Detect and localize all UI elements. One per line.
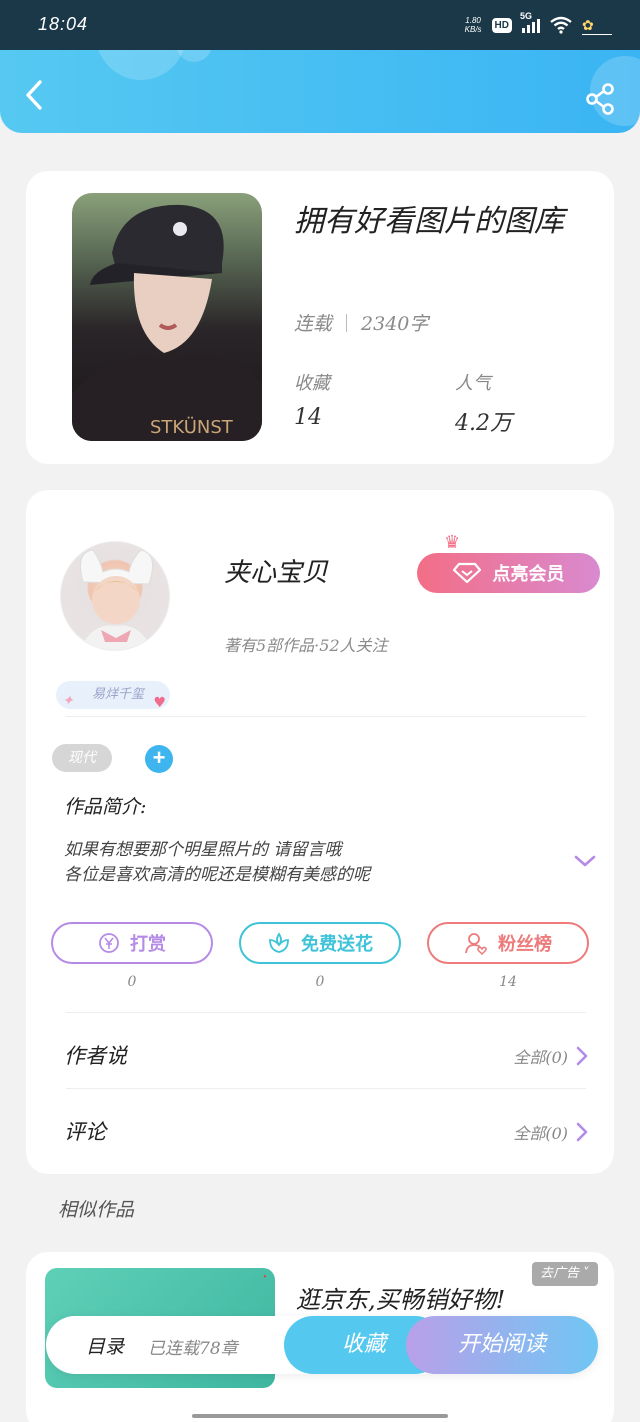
fan-count: 14 bbox=[499, 974, 517, 990]
comments-link[interactable]: 全部(0) bbox=[513, 1120, 588, 1144]
ad-title[interactable]: 逛京东,买畅销好物! bbox=[296, 1280, 505, 1315]
vip-button[interactable]: 点亮会员 bbox=[417, 553, 600, 593]
intro-line: 如果有想要那个明星照片的 请留言哦 bbox=[64, 840, 342, 860]
ad-logo-icon: ◔ bbox=[260, 1272, 267, 1283]
flower-icon: ✿ bbox=[582, 16, 612, 35]
svg-text:STKÜNST: STKÜNST bbox=[150, 416, 234, 438]
fan-badge: ✦ 易烊千玺 ♥ bbox=[56, 681, 171, 711]
share-icon[interactable] bbox=[584, 82, 618, 116]
intro-line: 各位是喜欢高清的呢还是模糊有美感的呢 bbox=[64, 865, 370, 885]
add-tag-button[interactable]: + bbox=[145, 745, 173, 773]
author-name[interactable]: 夹心宝贝 bbox=[224, 552, 328, 589]
heart-icon: ♥ bbox=[153, 695, 167, 711]
fan-badge-label: 易烊千玺 bbox=[92, 687, 145, 702]
remove-ad-button[interactable]: 去广告 ˅ bbox=[532, 1262, 598, 1286]
crown-icon: ♛ bbox=[444, 532, 461, 553]
flower-count: 0 bbox=[315, 974, 325, 990]
work-detail-card: 夹心宝贝 著有5部作品·52人关注 ♛ 点亮会员 ✦ 易烊千玺 ♥ 现代 + 作… bbox=[26, 490, 614, 1174]
toc-button[interactable]: 目录 bbox=[86, 1332, 124, 1359]
book-cover[interactable]: STKÜNST bbox=[72, 193, 262, 441]
word-count: 2340字 bbox=[361, 313, 429, 335]
divider bbox=[66, 1088, 586, 1089]
heart-icon: ✦ bbox=[62, 693, 74, 709]
signal-icon: 5G bbox=[520, 11, 540, 33]
reward-button[interactable]: 打赏 bbox=[51, 922, 213, 964]
flower-outline-icon bbox=[269, 932, 289, 953]
favorites-value: 14 bbox=[294, 405, 322, 430]
meta-divider bbox=[346, 313, 348, 332]
back-arrow-icon[interactable] bbox=[18, 78, 52, 112]
start-reading-button[interactable]: 开始阅读 bbox=[406, 1316, 598, 1374]
cover-photo: STKÜNST bbox=[72, 204, 262, 441]
author-says-link[interactable]: 全部(0) bbox=[513, 1044, 588, 1068]
hd-badge: HD bbox=[491, 17, 512, 33]
author-says-all-label: 全部(0) bbox=[513, 1048, 568, 1067]
decor-bubble bbox=[176, 50, 212, 62]
divider bbox=[66, 1012, 586, 1013]
network-speed: 1.80 KB/s bbox=[464, 16, 482, 34]
favorites-label: 收藏 bbox=[294, 373, 330, 394]
book-info-card: STKÜNST 拥有好看图片的图库 连载 2340字 收藏 14 人气 4.2万 bbox=[26, 171, 614, 464]
reward-count: 0 bbox=[127, 974, 137, 990]
comments-title: 评论 bbox=[64, 1120, 106, 1144]
wifi-icon bbox=[550, 16, 572, 34]
popularity-label: 人气 bbox=[455, 373, 491, 394]
book-title: 拥有好看图片的图库 bbox=[294, 204, 564, 239]
intro-text: 如果有想要那个明星照片的 请留言哦 各位是喜欢高清的呢还是模糊有美感的呢 bbox=[64, 838, 370, 888]
avatar-photo bbox=[79, 549, 154, 650]
similar-works-title: 相似作品 bbox=[58, 1199, 135, 1221]
header-bar bbox=[0, 50, 640, 133]
intro-title: 作品简介: bbox=[64, 796, 147, 818]
author-avatar[interactable] bbox=[60, 541, 170, 651]
chevron-right-icon bbox=[576, 1122, 588, 1142]
book-meta: 连载 2340字 bbox=[294, 309, 428, 336]
status-icons: 1.80 KB/s HD 5G ✿ bbox=[464, 11, 612, 38]
comments-all-label: 全部(0) bbox=[513, 1124, 568, 1143]
chevron-right-icon bbox=[576, 1046, 588, 1066]
fan-user-icon bbox=[465, 933, 487, 955]
genre-tag[interactable]: 现代 bbox=[52, 744, 112, 772]
chapter-count[interactable]: 已连载78章 bbox=[148, 1334, 238, 1359]
author-subtitle: 著有5部作品·52人关注 bbox=[224, 636, 388, 655]
fan-rank-label: 粉丝榜 bbox=[498, 934, 552, 954]
fan-rank-button[interactable]: 粉丝榜 bbox=[427, 922, 589, 964]
decor-bubble bbox=[96, 50, 186, 80]
vip-button-label: 点亮会员 bbox=[492, 564, 565, 584]
send-flower-button[interactable]: 免费送花 bbox=[239, 922, 401, 964]
chevron-down-icon: ˅ bbox=[579, 1266, 590, 1281]
bottom-action-bar: 目录 已连载78章 收藏 开始阅读 bbox=[46, 1316, 598, 1374]
chevron-down-icon[interactable] bbox=[574, 854, 596, 868]
reward-label: 打赏 bbox=[130, 934, 166, 954]
divider bbox=[66, 716, 586, 717]
popularity-value: 4.2万 bbox=[455, 411, 512, 436]
book-status: 连载 bbox=[294, 313, 333, 335]
network-type: 5G bbox=[520, 11, 533, 21]
diamond-icon bbox=[452, 562, 481, 584]
status-time: 18:04 bbox=[38, 14, 89, 34]
send-flower-label: 免费送花 bbox=[301, 934, 373, 954]
status-bar: 18:04 1.80 KB/s HD 5G ✿ bbox=[0, 0, 640, 50]
home-indicator[interactable] bbox=[192, 1414, 448, 1418]
author-says-title: 作者说 bbox=[64, 1044, 127, 1068]
remove-ad-label: 去广告 bbox=[540, 1266, 580, 1281]
yen-coin-icon bbox=[99, 933, 119, 953]
